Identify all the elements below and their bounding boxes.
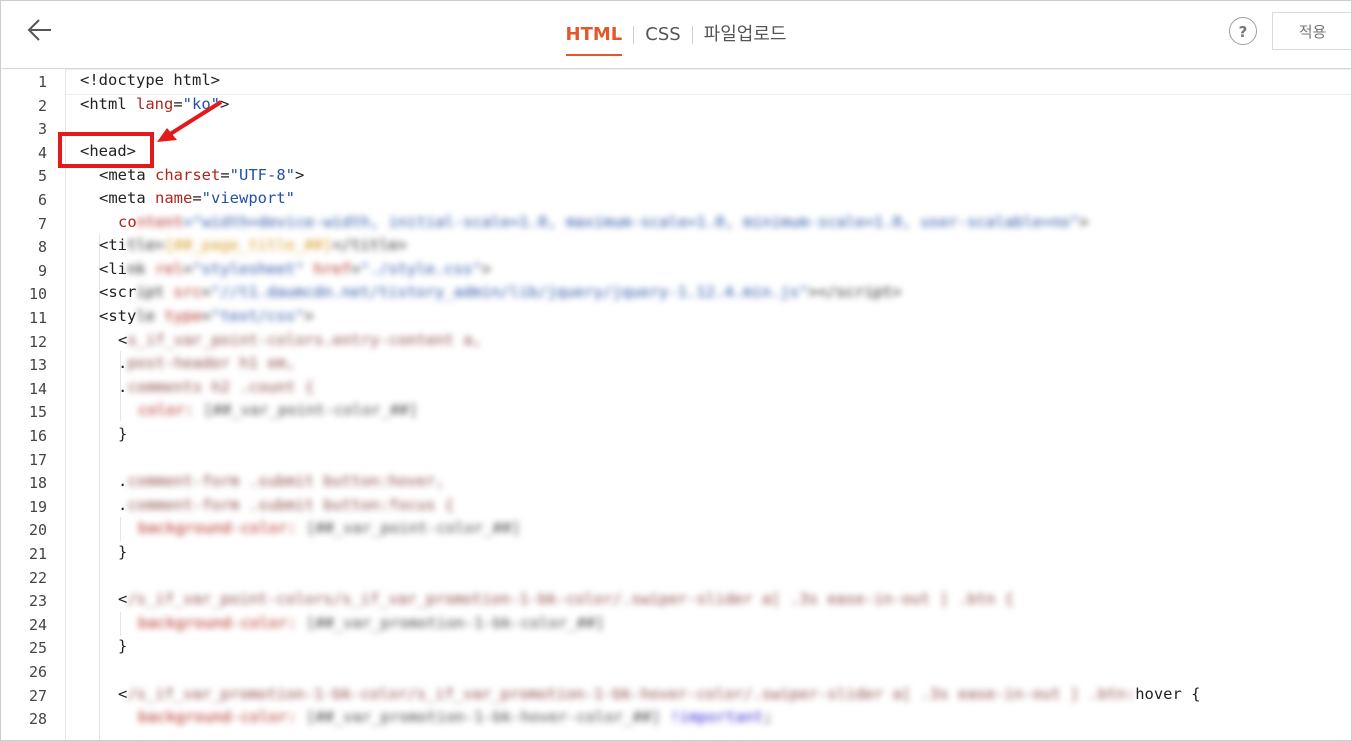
line-number: 20 <box>28 521 47 539</box>
line-number: 17 <box>28 451 47 469</box>
code-line: } <box>118 637 128 655</box>
code-line: <meta name="viewport" <box>99 189 295 207</box>
code-editor-window: HTML CSS 파일업로드 ? 적용 1 2 3 4 5 6 7 8 9 10… <box>0 0 1352 741</box>
line-number: 13 <box>28 356 47 374</box>
line-number: 9 <box>37 262 47 280</box>
line-number: 28 <box>28 710 47 728</box>
line-number: 2 <box>37 97 47 115</box>
line-number: 23 <box>28 592 47 610</box>
line-number: 18 <box>28 474 47 492</box>
line-number: 10 <box>28 285 47 303</box>
code-line: <script src="//t1.daumcdn.net/tistory_ad… <box>99 283 902 301</box>
annotation-highlight-box <box>58 132 154 168</box>
line-number: 5 <box>37 167 47 185</box>
code-line: </s_if_var_promotion-1-bk-color/s_if_var… <box>118 685 1201 703</box>
code-line: .comment-form .submit button:hover, <box>118 472 445 490</box>
code-line: .comments h2 .count { <box>118 378 314 396</box>
line-number: 4 <box>37 144 47 162</box>
line-number: 25 <box>28 639 47 657</box>
apply-button[interactable]: 적용 <box>1272 12 1351 50</box>
line-number: 14 <box>28 380 47 398</box>
annotation-arrow-icon <box>157 100 223 142</box>
tab-html[interactable]: HTML <box>555 20 634 56</box>
line-number: 27 <box>28 687 47 705</box>
line-number: 8 <box>37 238 47 256</box>
code-line: <s_if_var_point-colors.entry-content a, <box>118 331 482 349</box>
line-number: 22 <box>28 569 47 587</box>
code-line: background-color: [##_var_point-color_##… <box>138 519 521 537</box>
code-line: .post-header h1 em, <box>118 354 296 372</box>
code-line: background-color: [##_var_promotion-1-bk… <box>138 708 773 726</box>
code-line: color: [##_var_point-color_##] <box>138 401 418 419</box>
editor-toolbar: HTML CSS 파일업로드 ? 적용 <box>1 1 1351 69</box>
line-number: 21 <box>28 545 47 563</box>
line-number-gutter: 1 2 3 4 5 6 7 8 9 10 11 12 13 14 15 16 1… <box>1 69 66 740</box>
code-content[interactable]: <!doctype html> <html lang="ko"> <head> … <box>80 69 1351 740</box>
code-line: background-color: [##_var_promotion-1-bk… <box>138 614 605 632</box>
tab-file-upload[interactable]: 파일업로드 <box>693 20 798 50</box>
line-number: 11 <box>28 309 47 327</box>
code-line: <link rel="stylesheet" href="./style.css… <box>99 260 492 278</box>
line-number: 7 <box>37 215 47 233</box>
line-number: 3 <box>37 120 47 138</box>
code-line: <title>[##_page_title_##]</title> <box>99 236 407 254</box>
line-number: 1 <box>37 73 47 91</box>
code-line: <!doctype html> <box>80 71 220 89</box>
code-editor[interactable]: 1 2 3 4 5 6 7 8 9 10 11 12 13 14 15 16 1… <box>1 69 1351 740</box>
line-number: 15 <box>28 403 47 421</box>
line-number: 24 <box>28 616 47 634</box>
code-line: .comment-form .submit button:focus { <box>118 496 454 514</box>
code-line: </s_if_var_point-colors/s_if_var_promoti… <box>118 590 1014 608</box>
code-line: } <box>118 425 128 443</box>
code-line: <style type="text/css"> <box>99 307 314 325</box>
line-number: 12 <box>28 333 47 351</box>
line-number: 6 <box>37 191 47 209</box>
code-line: } <box>118 543 128 561</box>
help-button[interactable]: ? <box>1229 17 1257 45</box>
code-line: content="width=device-width, initial-sca… <box>118 213 1089 231</box>
tab-css[interactable]: CSS <box>634 20 691 50</box>
line-number: 19 <box>28 498 47 516</box>
editor-tabs: HTML CSS 파일업로드 <box>1 1 1351 68</box>
line-number: 16 <box>28 427 47 445</box>
line-number: 26 <box>28 663 47 681</box>
